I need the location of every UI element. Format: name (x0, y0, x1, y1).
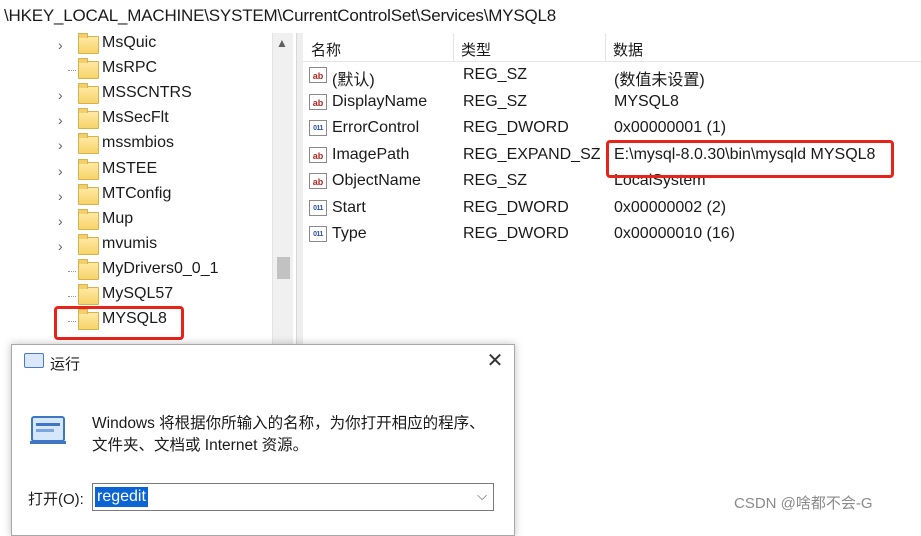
folder-icon (78, 58, 99, 80)
value-row[interactable]: ab DisplayName REG_SZ MYSQL8 (303, 90, 921, 116)
value-type: REG_SZ (463, 66, 528, 83)
value-row[interactable]: 011 Start REG_DWORD 0x00000002 (2) (303, 196, 921, 222)
scroll-thumb[interactable] (277, 257, 290, 279)
folder-icon (78, 83, 99, 105)
tree-item-label: MsSecFlt (102, 109, 169, 127)
value-row[interactable]: ab (默认) REG_SZ (数值未设置) (303, 63, 921, 89)
run-description-line: 文件夹、文档或 Internet 资源。 (92, 437, 309, 454)
folder-icon (78, 284, 99, 305)
chevron-right-icon[interactable]: › (58, 213, 72, 229)
column-header-name[interactable]: 名称 (311, 39, 341, 60)
folder-icon (78, 183, 99, 205)
close-icon[interactable]: ✕ (482, 348, 508, 374)
tree-item-label: mssmbios (102, 134, 175, 152)
folder-icon (78, 258, 99, 280)
value-type: REG_EXPAND_SZ (463, 145, 601, 163)
value-data: (数值未设置) (614, 72, 705, 89)
run-app-icon (30, 416, 66, 444)
run-icon (24, 353, 44, 368)
tree-item[interactable]: › MsSecFlt (0, 108, 272, 133)
tree-item-label: MSTEE (102, 159, 158, 177)
value-type: REG_DWORD (463, 198, 569, 216)
chevron-right-icon[interactable]: › (58, 163, 72, 179)
value-name: ImagePath (332, 145, 410, 163)
value-type: REG_DWORD (463, 225, 569, 242)
value-name: DisplayName (332, 92, 428, 110)
run-dialog-title: 运行 (50, 356, 81, 373)
tree-item-label: MsQuic (102, 34, 157, 51)
address-path[interactable]: \HKEY_LOCAL_MACHINE\SYSTEM\CurrentContro… (4, 6, 556, 26)
value-data: 0x00000002 (2) (614, 198, 727, 216)
value-data: 0x00000010 (16) (614, 225, 735, 242)
tree-item[interactable]: › MSSCNTRS (0, 83, 272, 108)
string-value-icon: ab (309, 146, 327, 163)
folder-icon (78, 233, 99, 255)
string-value-icon: ab (309, 67, 327, 83)
tree-connector (68, 270, 76, 272)
tree-item-label: MySQL57 (102, 285, 174, 302)
highlight-imagepath-data (606, 140, 894, 178)
tree-item-label: mvumis (102, 234, 158, 252)
value-name: (默认) (332, 72, 375, 89)
value-row[interactable]: 011 ErrorControl REG_DWORD 0x00000001 (1) (303, 116, 921, 142)
folder-icon (78, 33, 99, 54)
value-name: Type (332, 225, 367, 242)
tree-connector (68, 70, 76, 72)
column-header-data[interactable]: 数据 (613, 39, 643, 60)
value-name: ErrorControl (332, 119, 420, 136)
value-type: REG_SZ (463, 172, 528, 189)
tree-item-label: MTConfig (102, 184, 172, 202)
folder-icon (78, 133, 99, 155)
run-description-line: Windows 将根据你所输入的名称，为你打开相应的程序、 (92, 415, 485, 432)
tree-item[interactable]: › MsQuic (0, 33, 272, 58)
tree-item[interactable]: MyDrivers0_0_1 (0, 258, 272, 284)
highlight-mysql8-key (54, 306, 184, 340)
column-divider[interactable] (605, 33, 606, 61)
scroll-up-icon[interactable]: ▲ (276, 36, 288, 50)
run-description: Windows 将根据你所输入的名称，为你打开相应的程序、 文件夹、文档或 In… (92, 413, 502, 457)
folder-icon (78, 208, 99, 230)
value-name: Start (332, 198, 366, 216)
list-header: 名称 类型 数据 (303, 33, 921, 62)
chevron-right-icon[interactable]: › (58, 188, 72, 204)
value-row[interactable]: 011 Type REG_DWORD 0x00000010 (16) (303, 222, 921, 248)
binary-value-icon: 011 (309, 199, 327, 216)
value-data: 0x00000001 (1) (614, 119, 727, 136)
folder-icon (78, 108, 99, 130)
tree-connector (68, 296, 76, 297)
tree-item[interactable]: › MSTEE (0, 158, 272, 184)
tree-item-label: MSSCNTRS (102, 84, 192, 102)
tree-item-label: MsRPC (102, 59, 158, 77)
chevron-right-icon[interactable]: › (58, 137, 72, 153)
chevron-right-icon[interactable]: › (58, 87, 72, 103)
value-type: REG_SZ (463, 92, 528, 110)
tree-item-label: Mup (102, 209, 134, 227)
tree-item[interactable]: › mvumis (0, 233, 272, 259)
address-bar[interactable]: \HKEY_LOCAL_MACHINE\SYSTEM\CurrentContro… (0, 0, 921, 34)
chevron-right-icon[interactable]: › (58, 238, 72, 254)
tree-item[interactable]: MsRPC (0, 58, 272, 83)
tree-item[interactable]: › Mup (0, 208, 272, 234)
chevron-down-icon[interactable]: ⌵ (477, 488, 487, 504)
open-input[interactable]: regedit (95, 487, 148, 507)
open-combobox[interactable]: regedit ⌵ (92, 483, 494, 511)
value-type: REG_DWORD (463, 119, 569, 136)
run-dialog: 运行 ✕ Windows 将根据你所输入的名称，为你打开相应的程序、 文件夹、文… (11, 344, 515, 536)
tree-item[interactable]: › MTConfig (0, 183, 272, 209)
tree-item-label: MyDrivers0_0_1 (102, 259, 219, 277)
chevron-right-icon[interactable]: › (58, 112, 72, 128)
string-value-icon: ab (309, 93, 327, 110)
watermark: CSDN @啥都不会-G (734, 495, 873, 512)
string-value-icon: ab (309, 173, 327, 189)
column-header-type[interactable]: 类型 (461, 39, 491, 60)
value-data: MYSQL8 (614, 92, 679, 110)
column-divider[interactable] (453, 33, 454, 61)
folder-icon (78, 158, 99, 180)
tree-item[interactable]: › mssmbios (0, 133, 272, 158)
binary-value-icon: 011 (309, 226, 327, 242)
open-label: 打开(O): (28, 491, 84, 508)
chevron-right-icon[interactable]: › (58, 37, 72, 53)
binary-value-icon: 011 (309, 120, 327, 136)
value-name: ObjectName (332, 172, 421, 189)
